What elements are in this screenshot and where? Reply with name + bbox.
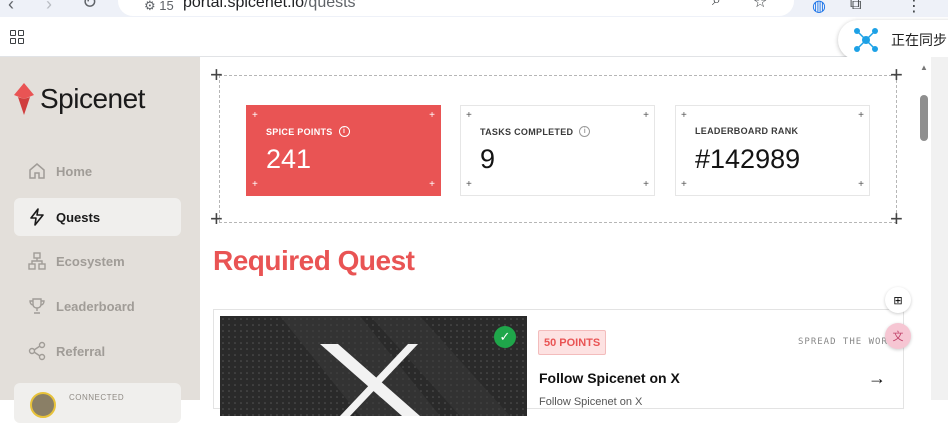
site-info-icon[interactable]: ⚙ 15 — [144, 0, 174, 14]
bookmarks-bar — [0, 17, 948, 57]
home-icon — [29, 163, 45, 179]
stat-label: TASKS COMPLETED i — [480, 126, 591, 137]
corner-plus-icon: + — [890, 62, 903, 87]
main-content: + + + + + + + + SPICE POINTS i 241 + + +… — [200, 57, 948, 416]
url-path: /quests — [303, 0, 356, 11]
apps-add-icon[interactable]: ⊞ — [885, 287, 911, 313]
stat-value: 241 — [266, 144, 312, 174]
brand-logo[interactable]: Spicenet — [14, 83, 145, 115]
arrow-right-icon[interactable]: → — [868, 368, 886, 389]
x-logo-icon — [220, 316, 527, 416]
translate-icon[interactable]: 文 — [885, 323, 911, 349]
quest-image — [220, 316, 527, 416]
section-title: Required Quest — [213, 245, 415, 276]
brand-name: Spicenet — [40, 83, 145, 114]
sidebar-item-label: Ecosystem — [56, 253, 125, 269]
info-icon[interactable]: i — [338, 126, 350, 137]
reload-icon[interactable]: ↻ — [82, 0, 97, 13]
extensions-icon[interactable]: ⧉ — [850, 0, 861, 14]
quest-card[interactable]: ✓ 50 POINTS SPREAD THE WORD Follow Spice… — [213, 309, 904, 416]
sync-label: 正在同步 — [891, 32, 947, 48]
share-icon — [28, 341, 46, 361]
sidebar-item-label: Leaderboard — [56, 298, 135, 314]
tasks-completed-card: + + + + TASKS COMPLETED i 9 — [460, 105, 655, 196]
avatar — [30, 392, 56, 418]
globe-icon[interactable]: ◍ — [812, 0, 826, 16]
stat-label-text: SPICE POINTS — [266, 126, 333, 137]
stat-label: LEADERBOARD RANK — [695, 126, 798, 136]
stat-label-text: LEADERBOARD RANK — [695, 126, 799, 136]
corner-plus-icon: + — [890, 206, 903, 231]
sidebar: Spicenet Home Quests Ecosystem Leaderboa… — [0, 57, 200, 423]
search-icon[interactable]: ⌕ — [712, 0, 721, 10]
sidebar-item-label: Home — [56, 163, 93, 179]
lightning-icon — [30, 208, 44, 226]
quest-category: SPREAD THE WORD — [798, 337, 895, 347]
corner-plus-icon: + — [210, 62, 223, 87]
stat-label: SPICE POINTS i — [266, 126, 350, 137]
stat-value: #142989 — [695, 144, 801, 174]
sidebar-item-referral[interactable]: Referral — [14, 332, 181, 370]
sync-status-pill[interactable]: 正在同步 — [838, 20, 948, 60]
sidebar-item-label: Referral — [56, 343, 106, 359]
back-icon[interactable]: ‹ — [8, 0, 14, 15]
quest-title: Follow Spicenet on X — [539, 370, 680, 386]
quest-description: Follow Spicenet on X — [539, 396, 643, 408]
address-bar[interactable]: ⚙ 15 portal.spicenet.io/quests ⌕ ☆ — [118, 0, 794, 16]
apps-grid-icon[interactable] — [10, 30, 24, 44]
menu-icon[interactable]: ⋮ — [906, 0, 922, 16]
stat-label-text: TASKS COMPLETED — [480, 126, 574, 137]
scrollbar-thumb[interactable] — [920, 95, 928, 141]
trophy-icon — [29, 298, 45, 314]
network-icon — [28, 252, 46, 270]
scrollbar[interactable]: ▲ — [917, 57, 931, 400]
leaderboard-rank-card: + + + + LEADERBOARD RANK #142989 — [675, 105, 870, 196]
sidebar-item-ecosystem[interactable]: Ecosystem — [14, 242, 181, 280]
completed-check-icon: ✓ — [494, 326, 516, 348]
info-icon[interactable]: i — [579, 126, 591, 137]
sidebar-item-home[interactable]: Home — [14, 152, 181, 190]
spice-points-card: + + + + SPICE POINTS i 241 — [246, 105, 441, 196]
url-text[interactable]: portal.spicenet.io/quests — [183, 0, 356, 12]
wallet-status[interactable]: CONNECTED — [14, 383, 181, 423]
sidebar-item-label: Quests — [56, 209, 101, 225]
bookmark-star-icon[interactable]: ☆ — [753, 0, 767, 12]
forward-icon[interactable]: › — [46, 0, 52, 15]
scroll-up-icon[interactable]: ▲ — [920, 63, 928, 72]
sidebar-item-quests[interactable]: Quests — [14, 198, 181, 236]
corner-plus-icon: + — [210, 206, 223, 231]
url-host: portal.spicenet.io — [183, 0, 304, 11]
sync-network-icon — [854, 28, 878, 52]
wallet-status-label: CONNECTED — [69, 393, 125, 402]
sidebar-item-leaderboard[interactable]: Leaderboard — [14, 287, 181, 325]
spicenet-logo-icon — [14, 83, 34, 115]
tab-count: 15 — [159, 0, 174, 13]
page: Spicenet Home Quests Ecosystem Leaderboa… — [0, 57, 948, 423]
points-badge: 50 POINTS — [538, 330, 607, 355]
browser-toolbar: ‹ › ↻ ⚙ 15 portal.spicenet.io/quests ⌕ ☆… — [0, 0, 948, 17]
side-panel-edge — [931, 57, 948, 400]
stat-value: 9 — [480, 144, 496, 174]
